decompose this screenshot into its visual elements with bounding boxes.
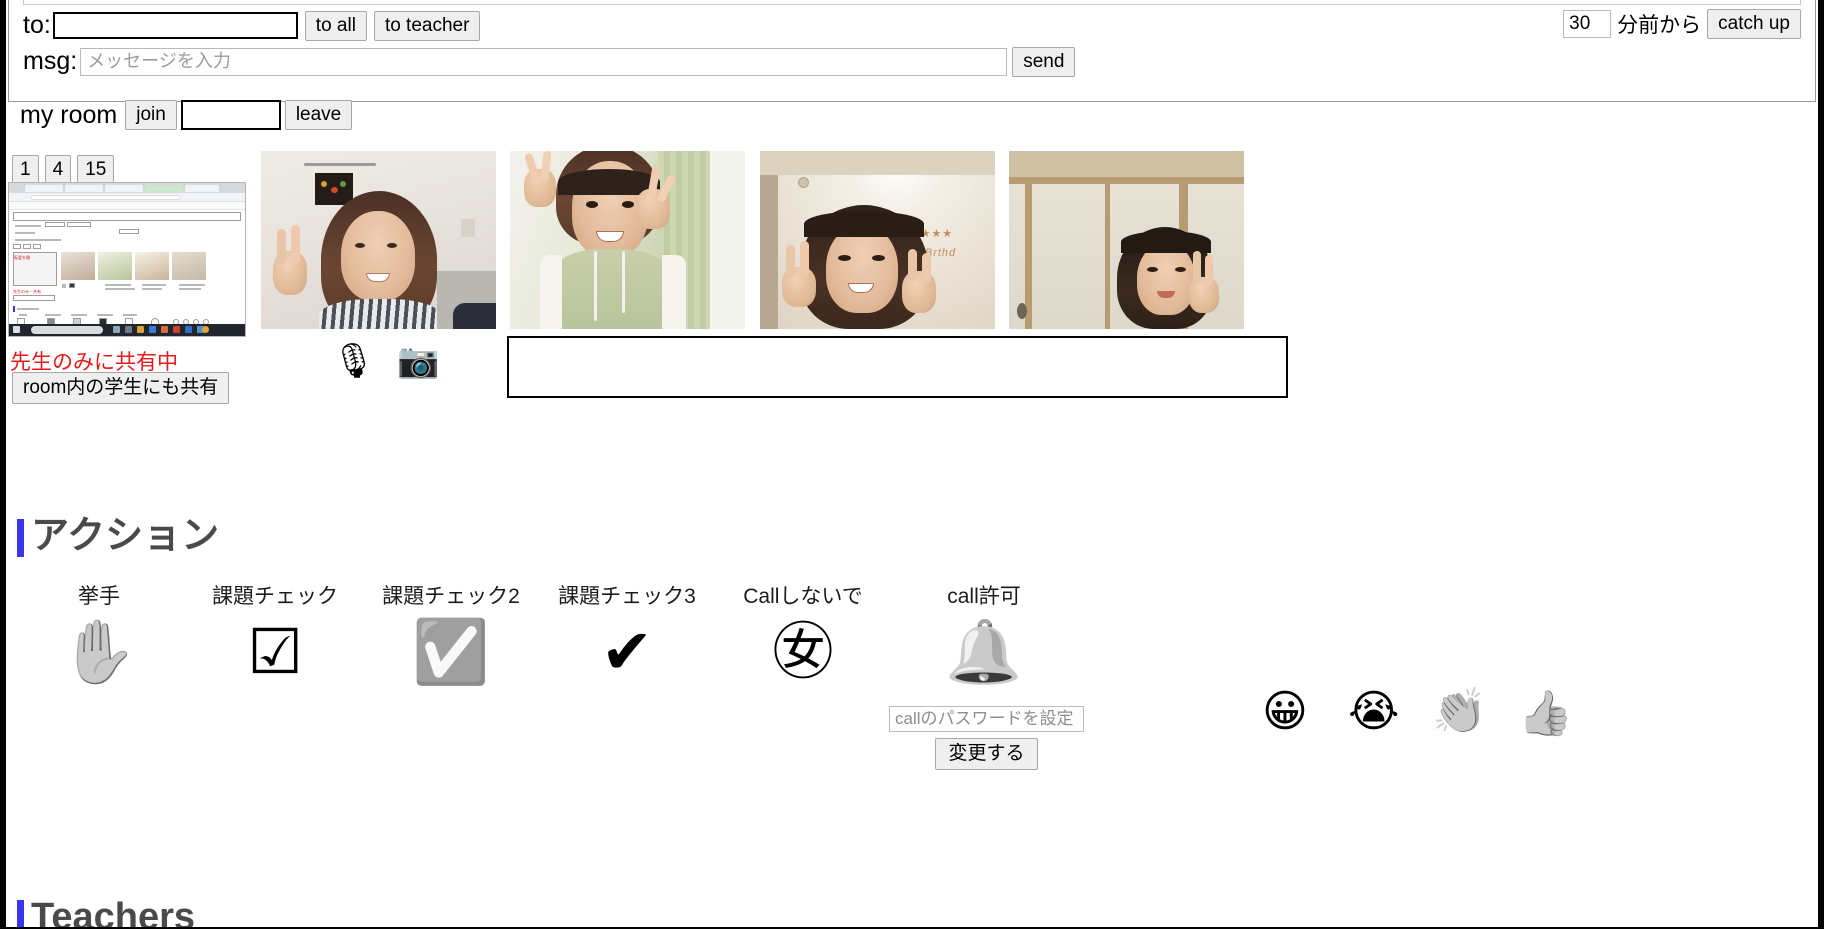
allow-call-icon[interactable]: 🔔 xyxy=(924,622,1044,684)
action-do-not-call[interactable]: Callしないで ㊛ xyxy=(738,580,868,684)
task-check-1-icon[interactable]: ☑ xyxy=(208,622,342,684)
action-label: 課題チェック3 xyxy=(558,585,696,608)
recipient-row: to: to all to teacher xyxy=(23,11,481,41)
catch-up-button[interactable]: catch up xyxy=(1707,9,1801,39)
send-button[interactable]: send xyxy=(1012,47,1076,77)
layout-button-4[interactable]: 4 xyxy=(44,155,72,185)
camera-icon[interactable]: 📷 xyxy=(397,344,439,378)
action-task-check-1[interactable]: 課題チェック ☑ xyxy=(208,580,342,684)
video-tile-1[interactable] xyxy=(261,151,496,329)
to-teacher-button[interactable]: to teacher xyxy=(373,11,481,41)
app-root: to: to all to teacher msg: send 分前から cat… xyxy=(0,0,1824,929)
room-row: my room join leave xyxy=(20,100,353,130)
media-controls: 🎙 📷 xyxy=(332,344,440,378)
note-display-box[interactable] xyxy=(507,336,1288,398)
video-tile-3[interactable]: ★★★★★★ Happy Brthd xyxy=(760,151,995,329)
catchup-minutes-input[interactable] xyxy=(1563,10,1612,38)
raise-hand-icon[interactable]: ✋ xyxy=(44,622,154,684)
task-check-2-icon[interactable]: ✅ xyxy=(378,622,524,684)
action-raise-hand[interactable]: 挙手 ✋ xyxy=(44,580,154,684)
video-tile-2[interactable] xyxy=(510,151,745,329)
microphone-icon[interactable]: 🎙 xyxy=(332,344,375,378)
change-password-button[interactable]: 変更する xyxy=(935,738,1038,770)
smile-reaction-icon[interactable]: 😀 xyxy=(1262,690,1308,734)
room-name-input[interactable] xyxy=(180,100,281,130)
call-password-input[interactable] xyxy=(889,706,1084,732)
to-all-button[interactable]: to all xyxy=(304,11,367,41)
to-input[interactable] xyxy=(52,12,298,40)
chat-history-textarea[interactable] xyxy=(23,0,1801,5)
layout-count-buttons: 1 4 15 xyxy=(12,155,115,185)
action-section-heading: アクション xyxy=(17,517,219,557)
layout-button-15[interactable]: 15 xyxy=(77,155,115,185)
message-input[interactable] xyxy=(80,47,1008,76)
task-check-3-icon[interactable]: ✔ xyxy=(554,622,700,684)
action-task-check-3[interactable]: 課題チェック3 ✔ xyxy=(554,580,700,684)
screen-share-preview[interactable]: 転愛を開 先生のみ・共有 xyxy=(8,182,246,337)
message-row: msg: send xyxy=(23,47,1076,77)
video-tile-4[interactable] xyxy=(1009,151,1244,329)
thumbs-up-reaction-icon[interactable]: 👍 xyxy=(1518,692,1573,736)
catchup-row: 分前から catch up xyxy=(1563,9,1801,39)
cry-reaction-icon[interactable]: 😭 xyxy=(1348,690,1399,734)
do-not-call-icon[interactable]: ㊛ xyxy=(738,622,868,684)
action-label: call許可 xyxy=(947,585,1021,608)
share-with-students-button[interactable]: room内の学生にも共有 xyxy=(12,372,230,404)
window-right-edge xyxy=(1818,0,1824,929)
join-button[interactable]: join xyxy=(125,100,177,130)
msg-label: msg: xyxy=(23,47,78,76)
chat-control-panel: to: to all to teacher msg: send 分前から cat… xyxy=(8,0,1816,102)
room-title: my room xyxy=(20,100,118,129)
action-allow-call[interactable]: call許可 🔔 xyxy=(924,580,1044,684)
action-label: 課題チェック xyxy=(212,585,338,608)
to-label: to: xyxy=(23,11,51,40)
action-label: 課題チェック2 xyxy=(382,585,520,608)
call-password-group: 変更する xyxy=(889,706,1084,770)
action-task-check-2[interactable]: 課題チェック2 ✅ xyxy=(378,580,524,684)
window-left-edge xyxy=(0,0,6,929)
clap-reaction-icon[interactable]: 👏 xyxy=(1432,690,1487,734)
leave-button[interactable]: leave xyxy=(284,100,353,130)
layout-button-1[interactable]: 1 xyxy=(12,155,39,185)
action-label: Callしないで xyxy=(743,585,863,608)
action-label: 挙手 xyxy=(78,585,120,608)
catchup-unit-label: 分前から xyxy=(1617,14,1702,37)
teachers-section-heading: Teachers xyxy=(17,898,195,929)
